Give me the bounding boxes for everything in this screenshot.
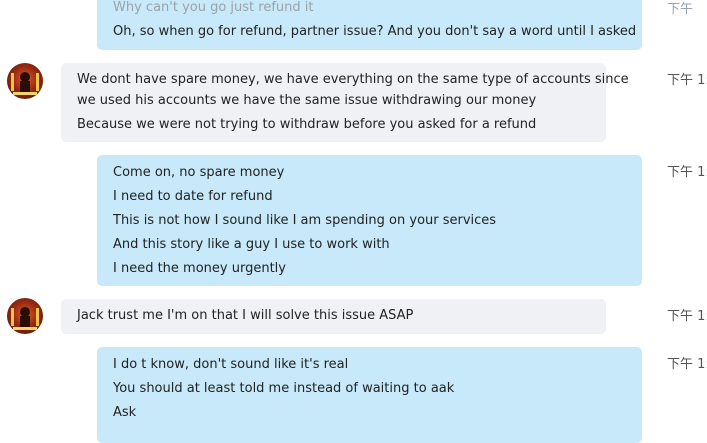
avatar[interactable]: [7, 298, 43, 334]
message-timestamp: 下午 1:4: [667, 357, 707, 372]
message-line: This is not how I sound like I am spendi…: [113, 213, 497, 228]
message-timestamp: 下午 1:4: [667, 309, 707, 324]
message-line: I need to date for refund: [113, 189, 273, 204]
message-bubble-incoming[interactable]: We dont have spare money, we have everyt…: [61, 63, 629, 142]
message-line: I need the money urgently: [113, 261, 286, 276]
message-timestamp: 下午 1:4: [667, 165, 707, 180]
message-line: We dont have spare money, we have everyt…: [77, 72, 629, 87]
message-bubble-outgoing[interactable]: Why can't you go just refund it Oh, so w…: [97, 0, 642, 50]
message-line: Because we were not trying to withdraw b…: [77, 117, 537, 132]
message-bubble-incoming[interactable]: Jack trust me I'm on that I will solve t…: [61, 299, 606, 334]
message-line: I do t know, don't sound like it's real: [113, 357, 349, 372]
message-timestamp: 下午 1:4: [667, 73, 707, 88]
message-bubble-outgoing[interactable]: Come on, no spare money I need to date f…: [97, 155, 642, 286]
avatar[interactable]: [7, 63, 43, 99]
message-line: And this story like a guy I use to work …: [113, 237, 390, 252]
message-bubble-outgoing[interactable]: I do t know, don't sound like it's real …: [97, 347, 642, 443]
message-line: You should at least told me instead of w…: [113, 381, 455, 396]
avatar-image-icon: [11, 72, 39, 95]
message-timestamp: 下午: [667, 2, 694, 17]
message-line: Oh, so when go for refund, partner issue…: [113, 24, 637, 39]
avatar-image-icon: [11, 307, 39, 330]
message-line: Why can't you go just refund it: [113, 0, 314, 15]
message-line: Jack trust me I'm on that I will solve t…: [77, 308, 414, 323]
message-line: Ask: [113, 405, 137, 420]
message-line: we used his accounts we have the same is…: [77, 93, 537, 108]
message-line: Come on, no spare money: [113, 165, 285, 180]
